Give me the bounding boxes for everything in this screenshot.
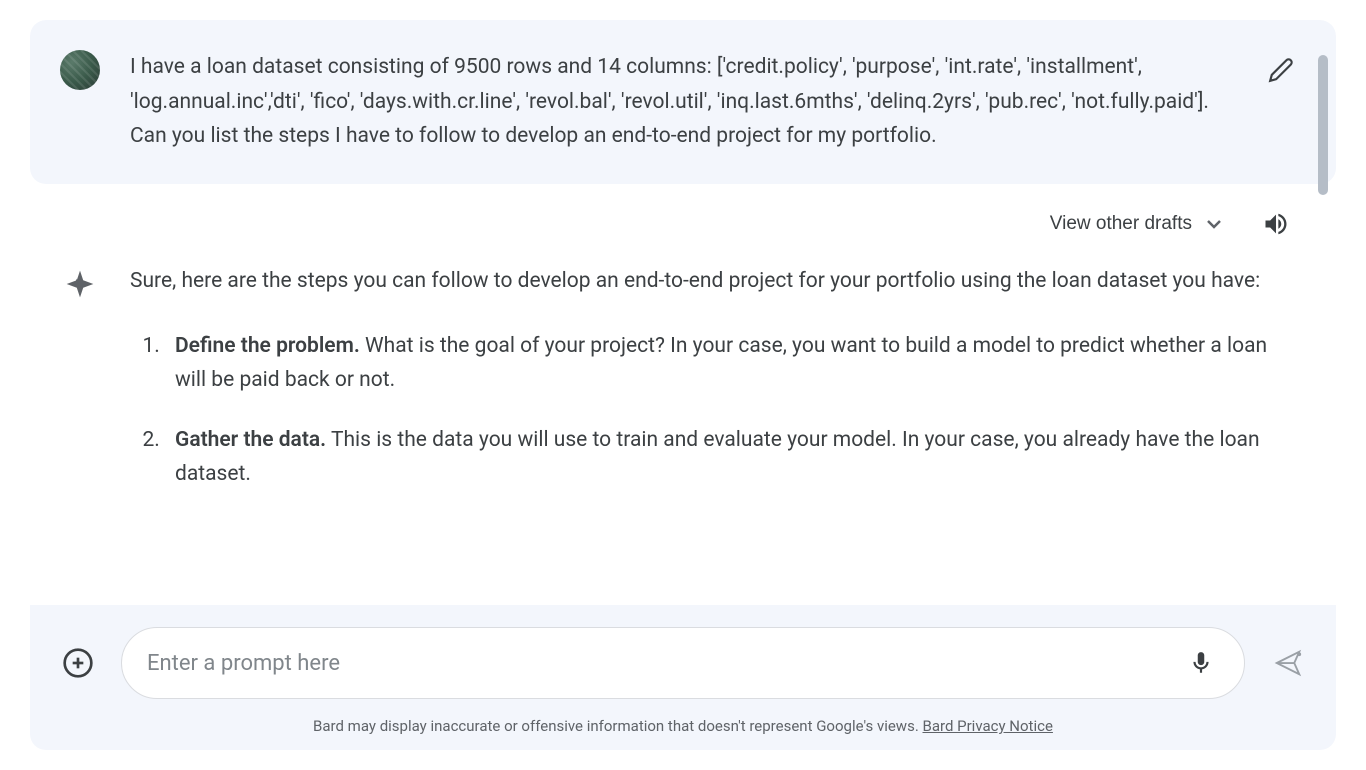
list-item: Gather the data. This is the data you wi… — [165, 423, 1296, 492]
response-text: Sure, here are the steps you can follow … — [130, 264, 1296, 517]
speaker-icon — [1262, 210, 1290, 238]
input-area: Bard may display inaccurate or offensive… — [30, 605, 1336, 750]
microphone-button[interactable] — [1183, 645, 1219, 681]
user-message-block: I have a loan dataset consisting of 9500… — [30, 20, 1336, 184]
step-body: This is the data you will use to train a… — [175, 428, 1260, 487]
user-message-text: I have a loan dataset consisting of 9500… — [130, 50, 1296, 154]
scrollbar[interactable] — [1318, 55, 1328, 195]
edit-prompt-button[interactable] — [1261, 50, 1301, 90]
response-body: Sure, here are the steps you can follow … — [60, 264, 1296, 517]
read-aloud-button[interactable] — [1256, 204, 1296, 244]
send-icon — [1273, 648, 1303, 678]
microphone-icon — [1188, 650, 1214, 676]
response-intro: Sure, here are the steps you can follow … — [130, 264, 1296, 299]
disclaimer: Bard may display inaccurate or offensive… — [60, 717, 1306, 735]
view-drafts-label: View other drafts — [1050, 213, 1192, 235]
response-header: View other drafts — [60, 204, 1296, 264]
user-avatar — [60, 50, 100, 90]
chevron-down-icon — [1202, 212, 1226, 236]
step-title: Define the problem. — [175, 334, 360, 358]
response-block: View other drafts — [30, 184, 1336, 547]
disclaimer-text: Bard may display inaccurate or offensive… — [313, 717, 922, 735]
privacy-notice-link[interactable]: Bard Privacy Notice — [923, 717, 1053, 735]
pencil-icon — [1268, 57, 1294, 83]
chat-area: I have a loan dataset consisting of 9500… — [30, 20, 1336, 600]
step-title: Gather the data. — [175, 428, 326, 452]
list-item: Define the problem. What is the goal of … — [165, 329, 1296, 398]
plus-circle-icon — [62, 647, 94, 679]
prompt-input-wrapper — [121, 627, 1245, 699]
add-attachment-button[interactable] — [60, 645, 96, 681]
view-other-drafts-button[interactable]: View other drafts — [1050, 212, 1226, 236]
bard-sparkle-icon — [60, 264, 100, 304]
send-button[interactable] — [1270, 645, 1306, 681]
response-steps-list: Define the problem. What is the goal of … — [130, 329, 1296, 493]
prompt-input[interactable] — [147, 651, 1183, 676]
